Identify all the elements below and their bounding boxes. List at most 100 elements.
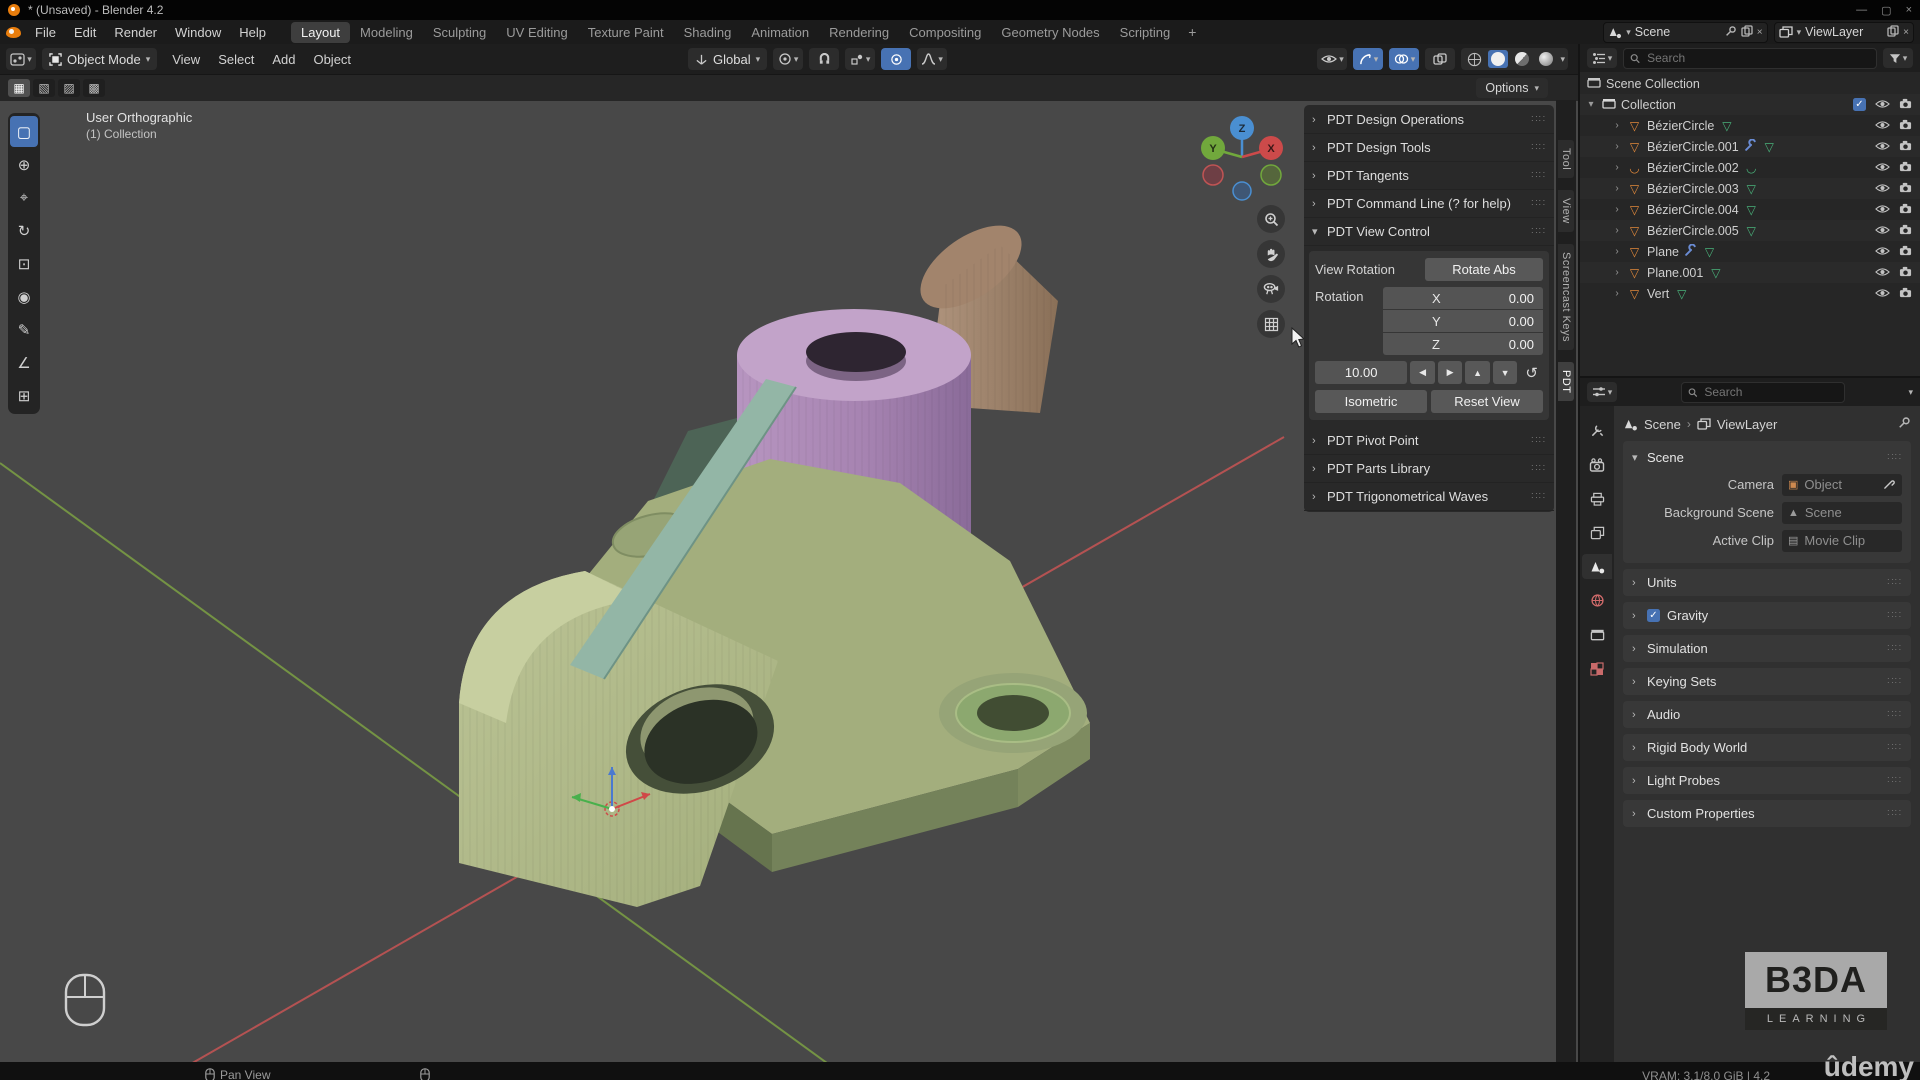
expand-icon[interactable]: ›: [1612, 120, 1622, 131]
zoom-button[interactable]: [1257, 205, 1285, 233]
properties-panel-custom-properties[interactable]: › Custom Properties ∷∷: [1623, 800, 1911, 827]
perspective-toggle-grid-button[interactable]: [1257, 310, 1285, 338]
pan-hand-button[interactable]: [1257, 240, 1285, 268]
axis-z-neg-ball[interactable]: [1233, 182, 1251, 200]
hide-eye-icon[interactable]: [1875, 203, 1890, 217]
expand-icon[interactable]: ›: [1612, 162, 1622, 173]
camera-view-button[interactable]: [1257, 275, 1285, 303]
outliner-row-b-ziercircle-005[interactable]: › ▽ BézierCircle.005 ▽: [1580, 220, 1920, 241]
unlink-scene-icon[interactable]: ×: [1757, 27, 1763, 38]
hide-eye-icon[interactable]: [1875, 119, 1890, 133]
snap-with-dropdown[interactable]: ▾: [845, 48, 875, 70]
expand-icon[interactable]: ›: [1612, 246, 1622, 257]
scene-panel-header[interactable]: ▾ Scene ∷∷: [1632, 445, 1902, 469]
drag-handle-icon[interactable]: ∷∷: [1887, 610, 1902, 621]
workspace-tab-shading[interactable]: Shading: [674, 22, 742, 43]
outliner-search-input[interactable]: [1645, 50, 1870, 66]
properties-panel-simulation[interactable]: › Simulation ∷∷: [1623, 635, 1911, 662]
camera-visibility-icon[interactable]: [1899, 224, 1912, 238]
tab-render[interactable]: [1582, 452, 1612, 477]
proportional-falloff-dropdown[interactable]: ▾: [917, 48, 947, 70]
tool-tweak-select[interactable]: ▢: [10, 116, 38, 147]
hide-eye-icon[interactable]: [1875, 161, 1890, 175]
tool-annotate[interactable]: ✎: [10, 314, 38, 345]
drag-handle-icon[interactable]: ∷∷: [1887, 676, 1902, 687]
tab-output[interactable]: [1582, 486, 1612, 511]
pin-icon[interactable]: [1725, 25, 1737, 40]
select-mode-subtract-icon[interactable]: ▨: [58, 79, 80, 97]
workspace-tab-rendering[interactable]: Rendering: [819, 22, 899, 43]
hide-eye-icon[interactable]: [1875, 245, 1890, 259]
tab-world[interactable]: [1582, 588, 1612, 613]
workspace-tab-sculpting[interactable]: Sculpting: [423, 22, 496, 43]
hide-eye-icon[interactable]: [1875, 98, 1890, 112]
tab-texture[interactable]: [1582, 656, 1612, 681]
sidebar-tab-pdt[interactable]: PDT: [1558, 362, 1574, 402]
shading-material-button[interactable]: [1512, 50, 1532, 68]
close-button[interactable]: ×: [1906, 4, 1912, 17]
editor-type-dropdown[interactable]: ▾: [6, 48, 36, 70]
properties-panel-rigid-body-world[interactable]: › Rigid Body World ∷∷: [1623, 734, 1911, 761]
outliner-search[interactable]: [1623, 48, 1877, 69]
properties-panel-light-probes[interactable]: › Light Probes ∷∷: [1623, 767, 1911, 794]
viewlayer-selector[interactable]: ▾ ViewLayer ×: [1774, 22, 1914, 43]
isometric-button[interactable]: Isometric: [1315, 390, 1427, 413]
eyedropper-icon[interactable]: [1883, 477, 1896, 493]
show-overlays-toggle[interactable]: ▾: [1389, 48, 1419, 70]
camera-visibility-icon[interactable]: [1899, 182, 1912, 196]
property-field[interactable]: ▤ Movie Clip: [1782, 530, 1902, 552]
camera-visibility-icon[interactable]: [1899, 140, 1912, 154]
camera-visibility-icon[interactable]: [1899, 98, 1912, 112]
tab-view-layer[interactable]: [1582, 520, 1612, 545]
hide-eye-icon[interactable]: [1875, 140, 1890, 154]
workspace-tab-compositing[interactable]: Compositing: [899, 22, 991, 43]
angle-field[interactable]: 10.00: [1315, 361, 1407, 384]
object-visibility-dropdown[interactable]: ▾: [1317, 48, 1347, 70]
navigation-gizmo[interactable]: Z Y X: [1186, 111, 1298, 207]
expand-icon[interactable]: ›: [1612, 204, 1622, 215]
drag-handle-icon[interactable]: ∷∷: [1887, 452, 1902, 463]
outliner-row-b-ziercircle-002[interactable]: › ◡ BézierCircle.002 ◡: [1580, 157, 1920, 178]
drag-handle-icon[interactable]: ∷∷: [1531, 170, 1546, 181]
drag-handle-icon[interactable]: ∷∷: [1531, 142, 1546, 153]
workspace-tab-texture-paint[interactable]: Texture Paint: [578, 22, 674, 43]
viewport-menu-add[interactable]: Add: [263, 52, 304, 67]
tool-cursor[interactable]: ⊕: [10, 149, 38, 180]
outliner-row-scene-collection[interactable]: Scene Collection: [1580, 73, 1920, 94]
panel-pdt-design-operations[interactable]: › PDT Design Operations ∷∷: [1304, 106, 1554, 134]
panel-pdt-parts-library[interactable]: › PDT Parts Library ∷∷: [1304, 455, 1554, 483]
drag-handle-icon[interactable]: ∷∷: [1887, 577, 1902, 588]
drag-handle-icon[interactable]: ∷∷: [1531, 491, 1546, 502]
tool-scale[interactable]: ⊡: [10, 248, 38, 279]
collection-checkbox[interactable]: ✓: [1853, 98, 1866, 111]
new-scene-copy-icon[interactable]: [1741, 25, 1753, 40]
pivot-point-dropdown[interactable]: ▾: [773, 48, 803, 70]
drag-handle-icon[interactable]: ∷∷: [1887, 709, 1902, 720]
reset-rotation-icon[interactable]: ↺: [1520, 361, 1543, 384]
drag-handle-icon[interactable]: ∷∷: [1531, 114, 1546, 125]
outliner-row-vert[interactable]: › ▽ Vert ▽: [1580, 283, 1920, 304]
drag-handle-icon[interactable]: ∷∷: [1887, 808, 1902, 819]
expand-icon[interactable]: ›: [1612, 267, 1622, 278]
camera-visibility-icon[interactable]: [1899, 119, 1912, 133]
axis-x-neg-ball[interactable]: [1203, 165, 1223, 185]
workspace-tab-modeling[interactable]: Modeling: [350, 22, 423, 43]
sidebar-tab-view[interactable]: View: [1558, 190, 1574, 232]
outliner-row-b-ziercircle-003[interactable]: › ▽ BézierCircle.003 ▽: [1580, 178, 1920, 199]
proportional-editing-toggle[interactable]: [881, 48, 911, 70]
breadcrumb-scene[interactable]: Scene: [1644, 417, 1681, 432]
rotate-up-button[interactable]: ▲: [1465, 361, 1490, 384]
breadcrumb-viewlayer[interactable]: ViewLayer: [1717, 417, 1777, 432]
properties-search[interactable]: [1681, 382, 1845, 403]
chevron-down-icon[interactable]: ▾: [1908, 387, 1913, 398]
axis-y-neg-ball[interactable]: [1261, 165, 1281, 185]
outliner-row-collection[interactable]: ▾ Collection ✓: [1580, 94, 1920, 115]
shading-wireframe-button[interactable]: [1464, 50, 1484, 68]
panel-pdt-view-control[interactable]: ▾ PDT View Control ∷∷: [1304, 218, 1554, 246]
drag-handle-icon[interactable]: ∷∷: [1887, 775, 1902, 786]
drag-handle-icon[interactable]: ∷∷: [1531, 435, 1546, 446]
panel-pdt-command-line-for-help[interactable]: › PDT Command Line (? for help) ∷∷: [1304, 190, 1554, 218]
properties-panel-units[interactable]: › Units ∷∷: [1623, 569, 1911, 596]
scene-selector[interactable]: ▾ Scene ×: [1603, 22, 1767, 43]
outliner-row-b-ziercircle-004[interactable]: › ▽ BézierCircle.004 ▽: [1580, 199, 1920, 220]
